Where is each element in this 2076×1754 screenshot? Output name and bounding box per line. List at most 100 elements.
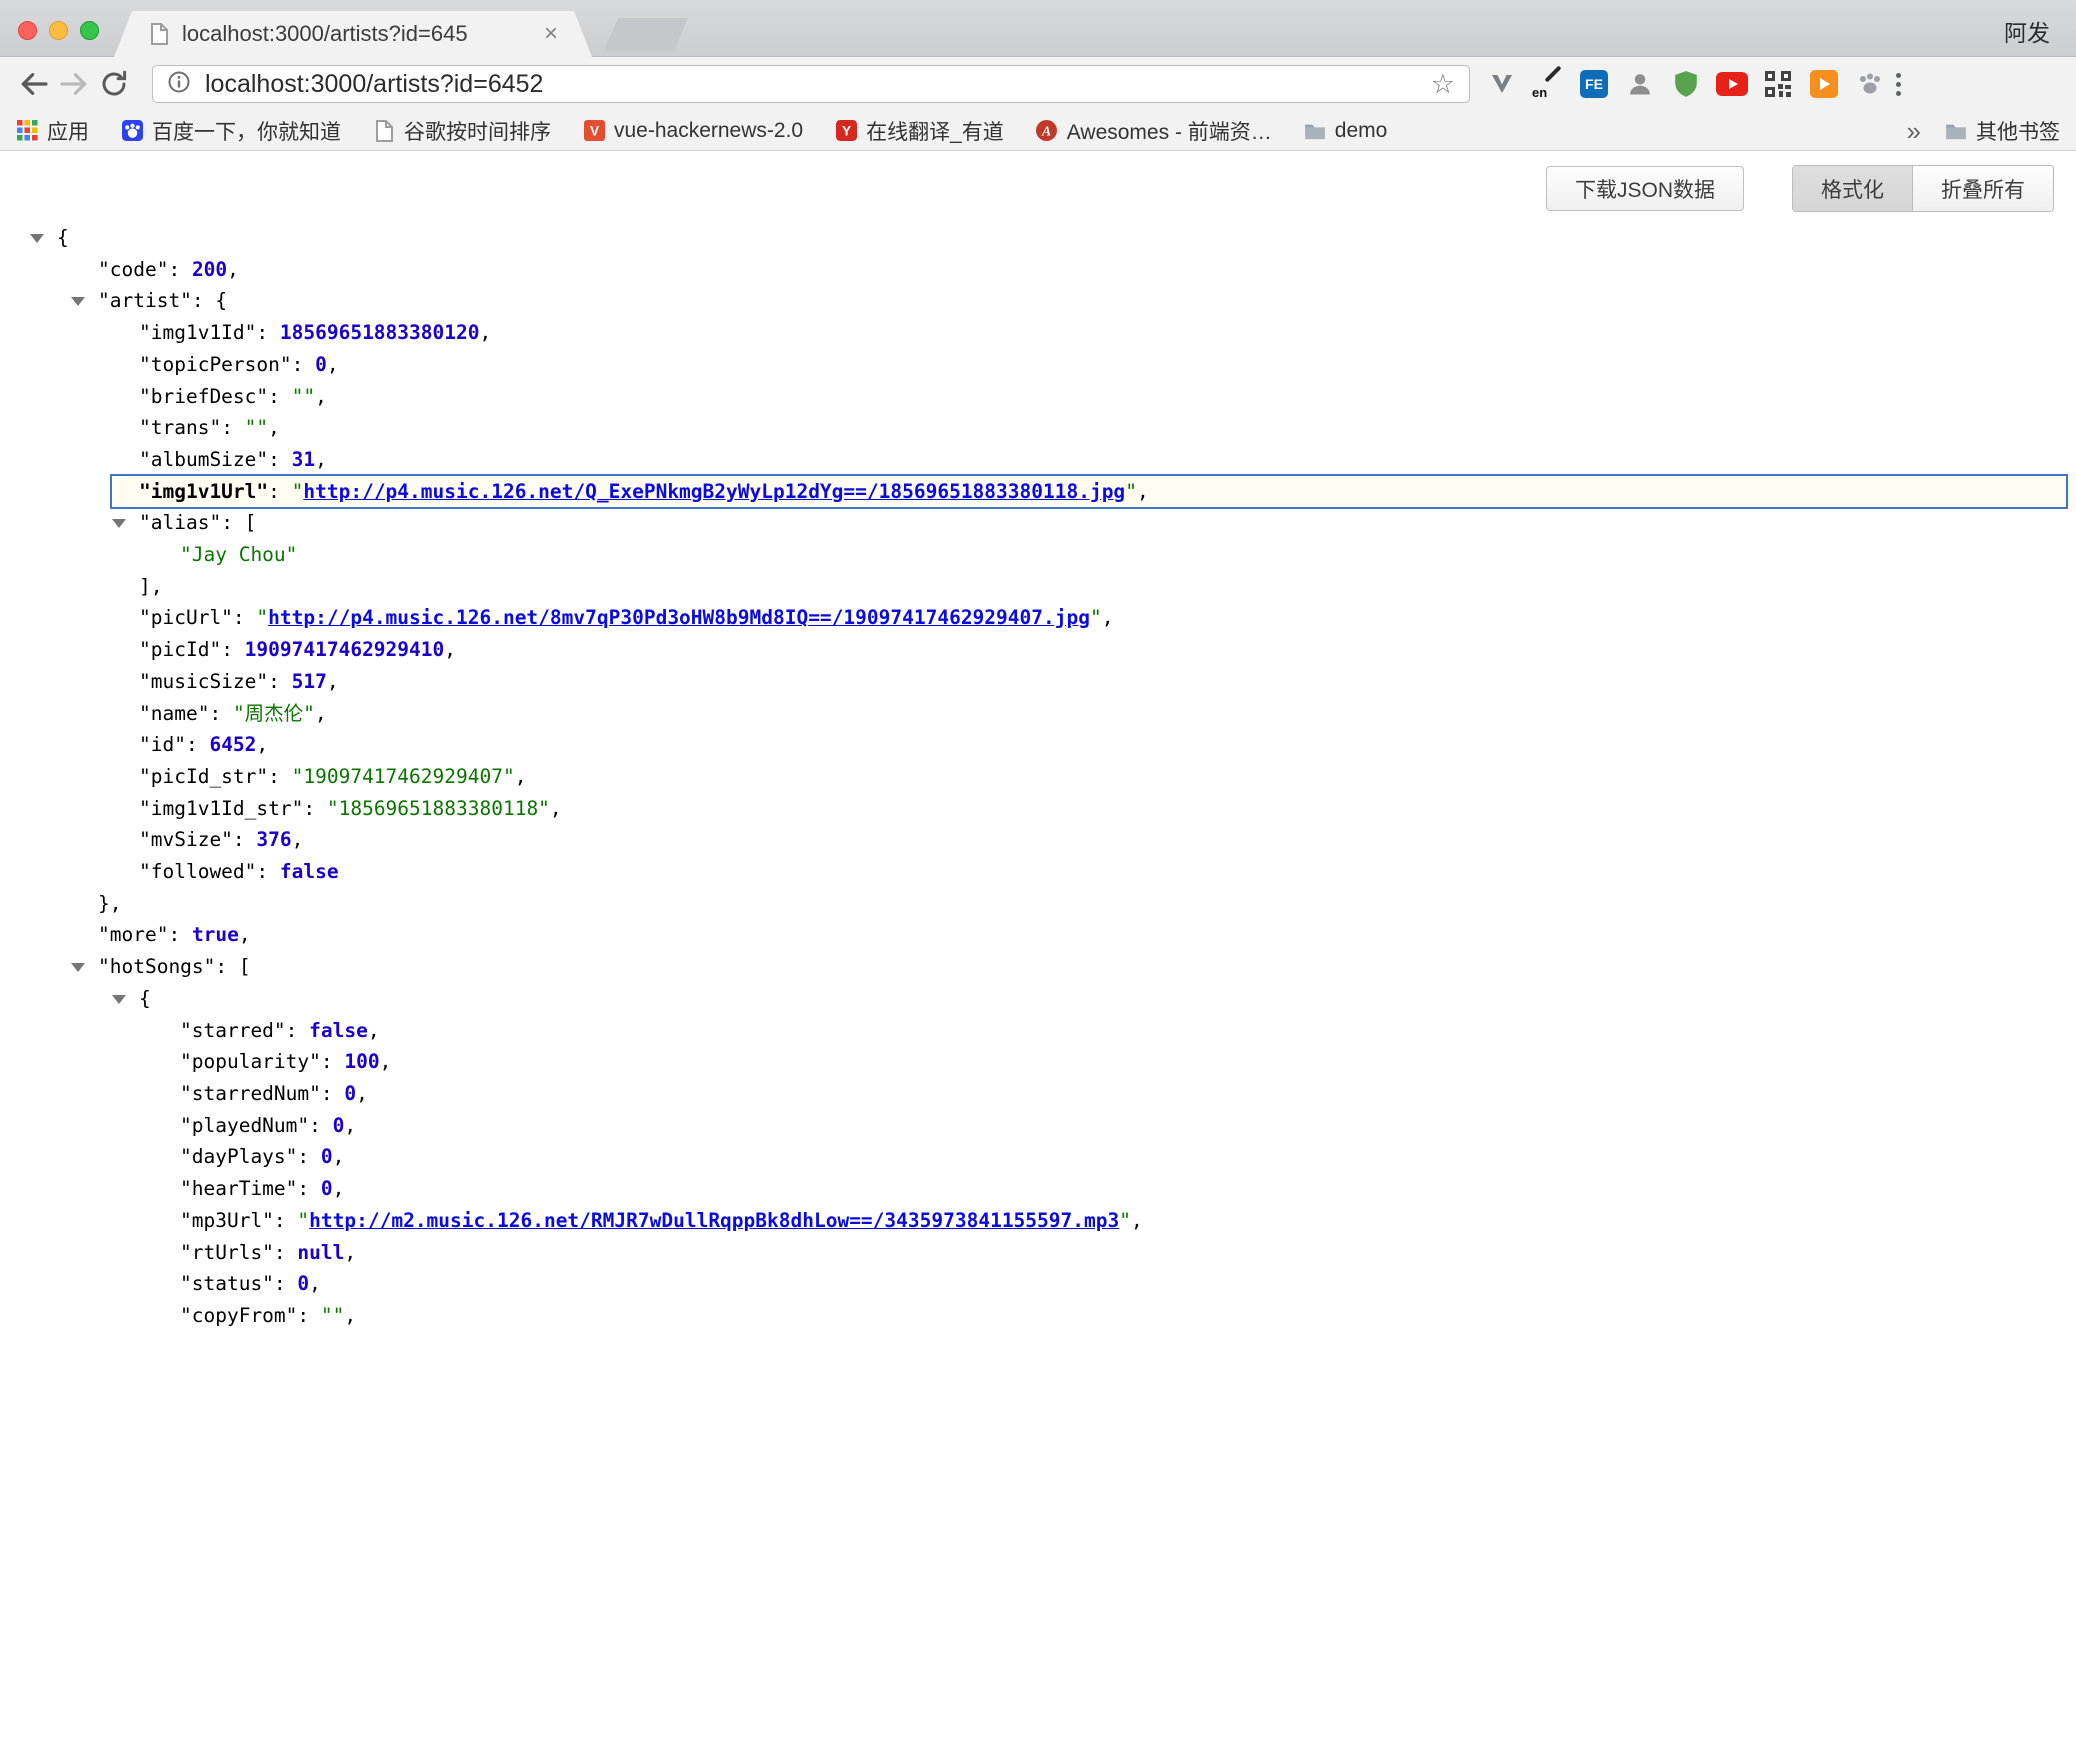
svg-text:A: A (1041, 124, 1051, 139)
bookmark-label: Awesomes - 前端资… (1067, 116, 1272, 146)
back-button[interactable] (14, 64, 54, 104)
svg-text:Y: Y (842, 124, 851, 139)
json-line: "more": true, (0, 919, 2076, 951)
bookmark-label: vue-hackernews-2.0 (614, 119, 803, 143)
folder-icon (1945, 120, 1967, 142)
bookmark-star-icon[interactable]: ☆ (1431, 71, 1455, 98)
json-line: "albumSize": 31, (0, 444, 2076, 476)
fe-icon[interactable]: FE (1578, 68, 1610, 100)
zoom-window-icon[interactable] (80, 21, 99, 40)
youdao-icon: Y (835, 120, 857, 142)
json-line: "popularity": 100, (0, 1046, 2076, 1078)
browser-window: localhost:3000/artists?id=645 × 阿发 local… (0, 0, 2076, 1754)
bookmarks-right: » 其他书签 (1907, 116, 2060, 146)
bookmark-item[interactable]: Vvue-hackernews-2.0 (583, 119, 803, 143)
vue-icon: V (583, 120, 605, 142)
collapse-toggle-icon[interactable] (71, 297, 85, 306)
browser-tab[interactable]: localhost:3000/artists?id=645 × (114, 11, 592, 57)
json-line: "hearTime": 0, (0, 1173, 2076, 1205)
json-line: { (0, 222, 2076, 254)
view-mode-group: 格式化 折叠所有 (1792, 165, 2054, 212)
json-line: "playedNum": 0, (0, 1110, 2076, 1142)
json-line: "starredNum": 0, (0, 1078, 2076, 1110)
format-button[interactable]: 格式化 (1793, 166, 1912, 211)
menu-icon[interactable] (1890, 73, 1907, 96)
translate-en-icon[interactable]: en (1532, 68, 1564, 100)
collapse-toggle-icon[interactable] (112, 995, 126, 1004)
browser-toolbar: localhost:3000/artists?id=6452 ☆ en FE (0, 57, 2076, 111)
json-line: "hotSongs": [ (0, 951, 2076, 983)
svg-text:V: V (589, 124, 598, 139)
collapse-toggle-icon[interactable] (71, 963, 85, 972)
profile-name[interactable]: 阿发 (2004, 14, 2050, 48)
person-icon[interactable] (1624, 68, 1656, 100)
bookmarks-bar: 应用 百度一下，你就知道 谷歌按时间排序 Vvue-hackernews-2.0 Y 在线… (0, 111, 2076, 151)
bookmark-label: 在线翻译_有道 (866, 116, 1004, 146)
json-line: "topicPerson": 0, (0, 349, 2076, 381)
json-line: "code": 200, (0, 254, 2076, 286)
new-tab-button[interactable] (604, 18, 688, 51)
bookmarks-overflow-icon[interactable]: » (1907, 118, 1921, 144)
bookmark-item[interactable]: 谷歌按时间排序 (373, 116, 551, 146)
download-json-button[interactable]: 下载JSON数据 (1546, 166, 1744, 211)
player-icon[interactable] (1808, 68, 1840, 100)
youtube-icon[interactable] (1716, 68, 1748, 100)
json-line: "starred": false, (0, 1015, 2076, 1047)
reload-button[interactable] (94, 64, 134, 104)
bookmark-item[interactable]: A Awesomes - 前端资… (1036, 116, 1272, 146)
json-line: "rtUrls": null, (0, 1237, 2076, 1269)
extensions-area: en FE (1486, 68, 1886, 100)
json-line: "name": "周杰伦", (0, 698, 2076, 730)
page-info-icon[interactable] (167, 70, 191, 99)
json-line: "id": 6452, (0, 729, 2076, 761)
paw-icon[interactable] (1854, 68, 1886, 100)
json-line: "dayPlays": 0, (0, 1141, 2076, 1173)
json-url-link[interactable]: http://p4.music.126.net/Q_ExePNkmgB2yWyL… (303, 480, 1125, 503)
json-url-link[interactable]: http://m2.music.126.net/RMJR7wDullRqppBk… (309, 1209, 1119, 1232)
forward-button[interactable] (54, 64, 94, 104)
minimize-window-icon[interactable] (49, 21, 68, 40)
bookmark-label: 谷歌按时间排序 (404, 116, 551, 146)
collapse-toggle-icon[interactable] (30, 234, 44, 243)
json-line: "followed": false (0, 856, 2076, 888)
window-controls (18, 21, 99, 40)
url-bar[interactable]: localhost:3000/artists?id=6452 ☆ (152, 65, 1470, 103)
close-window-icon[interactable] (18, 21, 37, 40)
json-url-link[interactable]: http://p4.music.126.net/8mv7qP30Pd3oHW8b… (268, 606, 1090, 629)
url-text: localhost:3000/artists?id=6452 (205, 70, 1431, 99)
bookmark-item[interactable]: 百度一下，你就知道 (121, 116, 341, 146)
json-line: "img1v1Id_str": "18569651883380118", (0, 793, 2076, 825)
bookmark-item[interactable]: Y 在线翻译_有道 (835, 116, 1004, 146)
bookmark-label: demo (1335, 119, 1388, 143)
tab-title: localhost:3000/artists?id=645 (182, 21, 532, 47)
json-line: "trans": "", (0, 412, 2076, 444)
qrcode-icon[interactable] (1762, 68, 1794, 100)
json-line: "img1v1Id": 18569651883380120, (0, 317, 2076, 349)
json-line: "picId": 19097417462929410, (0, 634, 2076, 666)
json-line: "picId_str": "19097417462929407", (0, 761, 2076, 793)
collapse-toggle-icon[interactable] (112, 519, 126, 528)
bookmark-label: 应用 (47, 116, 89, 146)
other-bookmarks-folder[interactable]: 其他书签 (1945, 116, 2060, 146)
json-view: {"code": 200,"artist": {"img1v1Id": 1856… (0, 151, 2076, 1332)
json-line: "copyFrom": "", (0, 1300, 2076, 1332)
json-line-selected: "img1v1Url": "http://p4.music.126.net/Q_… (110, 474, 2068, 510)
json-line: "status": 0, (0, 1268, 2076, 1300)
page-icon (373, 120, 395, 142)
collapse-all-button[interactable]: 折叠所有 (1912, 166, 2053, 211)
bookmarks-list: 应用 百度一下，你就知道 谷歌按时间排序 Vvue-hackernews-2.0 Y 在线… (16, 116, 1419, 146)
tab-close-icon[interactable]: × (544, 22, 558, 46)
folder-icon (1304, 120, 1326, 142)
tab-strip: localhost:3000/artists?id=645 × 阿发 (0, 0, 2076, 57)
bookmark-label: 百度一下，你就知道 (152, 116, 341, 146)
json-line: "briefDesc": "", (0, 381, 2076, 413)
page-content: 下载JSON数据 格式化 折叠所有 {"code": 200,"artist":… (0, 151, 2076, 1753)
bookmark-item[interactable]: 应用 (16, 116, 89, 146)
baidu-icon (121, 120, 143, 142)
bookmark-item[interactable]: demo (1304, 119, 1388, 143)
shield-icon[interactable] (1670, 68, 1702, 100)
json-line: "picUrl": "http://p4.music.126.net/8mv7q… (0, 602, 2076, 634)
json-line: "alias": [ (0, 507, 2076, 539)
v-extension-icon[interactable] (1486, 68, 1518, 100)
json-line: "musicSize": 517, (0, 666, 2076, 698)
